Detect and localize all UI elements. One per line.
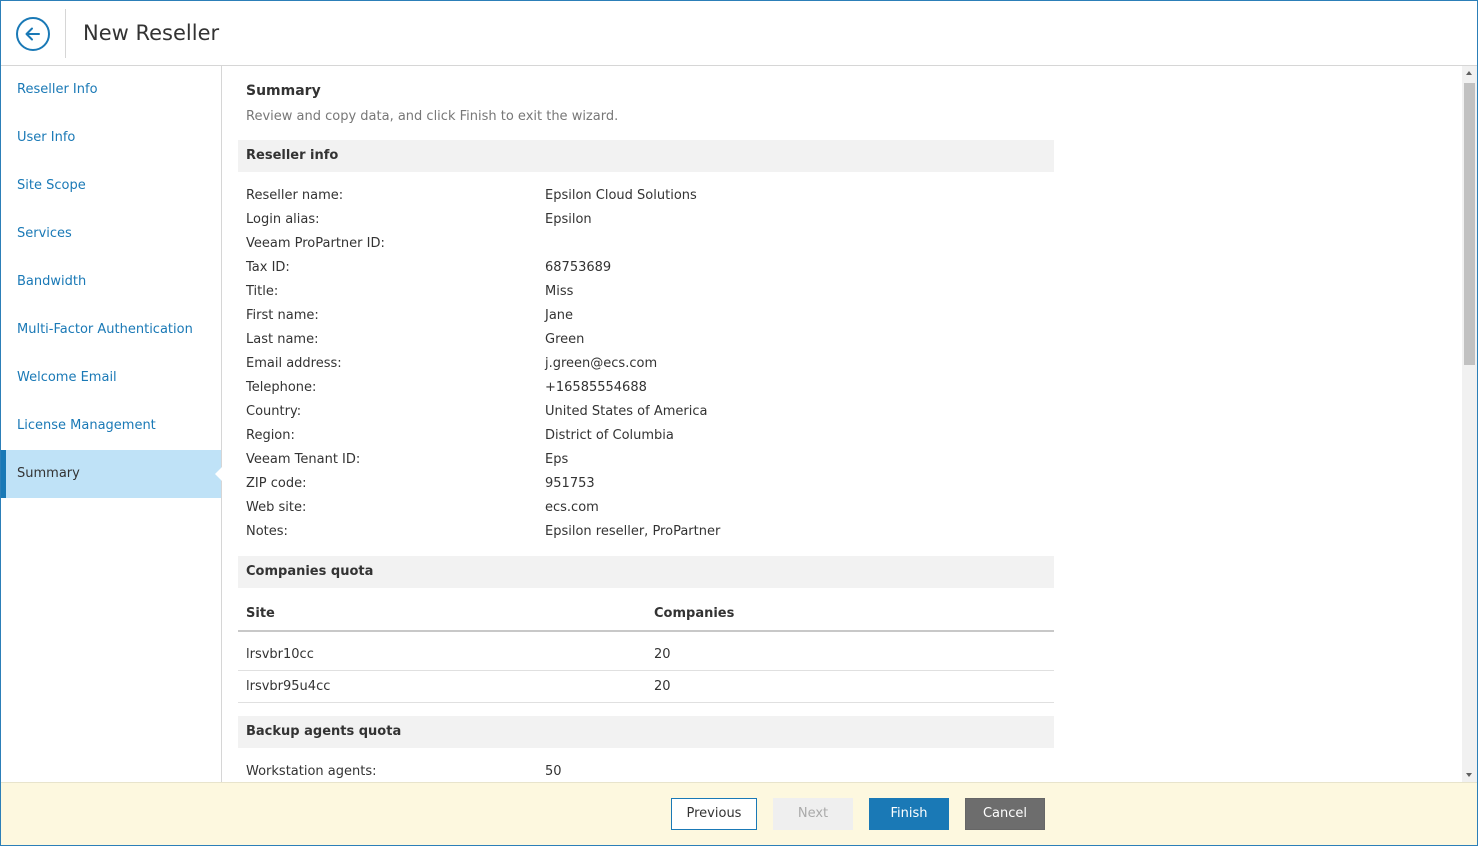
- field-value: Jane: [545, 308, 574, 323]
- sidebar-item-site-scope[interactable]: Site Scope: [1, 162, 221, 210]
- summary-row: Web site: ecs.com: [246, 496, 1046, 520]
- field-label: Telephone:: [246, 380, 317, 395]
- wizard-steps-sidebar: Reseller Info User Info Site Scope Servi…: [1, 66, 222, 782]
- header-divider: [65, 9, 66, 58]
- field-value: 50: [545, 764, 562, 779]
- summary-row: Last name: Green: [246, 328, 1046, 352]
- sidebar-item-reseller-info[interactable]: Reseller Info: [1, 66, 221, 114]
- summary-row: Reseller name: Epsilon Cloud Solutions: [246, 184, 1046, 208]
- sidebar-item-summary[interactable]: Summary: [1, 450, 222, 498]
- finish-button[interactable]: Finish: [869, 798, 949, 830]
- sidebar-item-bandwidth[interactable]: Bandwidth: [1, 258, 221, 306]
- summary-row: Notes: Epsilon reseller, ProPartner: [246, 520, 1046, 544]
- summary-row: Login alias: Epsilon: [246, 208, 1046, 232]
- next-button[interactable]: Next: [773, 798, 853, 830]
- table-cell-site: lrsvbr95u4cc: [246, 679, 331, 694]
- field-label: Veeam ProPartner ID:: [246, 236, 385, 251]
- field-value: Miss: [545, 284, 574, 299]
- field-label: ZIP code:: [246, 476, 307, 491]
- table-cell-companies: 20: [654, 679, 671, 694]
- summary-row: Tax ID: 68753689: [246, 256, 1046, 280]
- field-value: ecs.com: [545, 500, 599, 515]
- page-description: Review and copy data, and click Finish t…: [246, 109, 619, 124]
- summary-row: Title: Miss: [246, 280, 1046, 304]
- summary-row: Telephone: +16585554688: [246, 376, 1046, 400]
- reseller-info-heading: Reseller info: [238, 140, 1054, 172]
- field-label: Login alias:: [246, 212, 320, 227]
- sidebar-item-license-management[interactable]: License Management: [1, 402, 221, 450]
- field-label: Veeam Tenant ID:: [246, 452, 361, 467]
- field-value: Epsilon Cloud Solutions: [545, 188, 697, 203]
- summary-row: Veeam ProPartner ID:: [246, 232, 1046, 256]
- field-label: Notes:: [246, 524, 288, 539]
- field-value: District of Columbia: [545, 428, 674, 443]
- field-value: Eps: [545, 452, 569, 467]
- table-cell-site: lrsvbr10cc: [246, 647, 314, 662]
- scroll-up-arrow-icon[interactable]: [1462, 66, 1477, 81]
- summary-row: Country: United States of America: [246, 400, 1046, 424]
- scrollbar-thumb[interactable]: [1464, 83, 1475, 365]
- wizard-footer: Previous Next Finish Cancel: [1, 782, 1477, 845]
- sidebar-item-multi-factor-authentication[interactable]: Multi-Factor Authentication: [1, 306, 221, 354]
- field-label: Email address:: [246, 356, 342, 371]
- field-label: Title:: [246, 284, 279, 299]
- back-button[interactable]: [16, 17, 50, 51]
- table-row: lrsvbr95u4cc 20: [238, 671, 1054, 703]
- page-header-title: New Reseller: [83, 21, 220, 45]
- field-value: Epsilon reseller, ProPartner: [545, 524, 721, 539]
- summary-row: ZIP code: 951753: [246, 472, 1046, 496]
- scroll-down-arrow-icon[interactable]: [1462, 767, 1477, 782]
- vertical-scrollbar[interactable]: [1462, 66, 1477, 782]
- field-value: 951753: [545, 476, 595, 491]
- field-value: 68753689: [545, 260, 612, 275]
- sidebar-item-services[interactable]: Services: [1, 210, 221, 258]
- summary-row: First name: Jane: [246, 304, 1046, 328]
- field-label: Reseller name:: [246, 188, 344, 203]
- summary-row: Veeam Tenant ID: Eps: [246, 448, 1046, 472]
- field-label: Region:: [246, 428, 295, 443]
- table-row: lrsvbr10cc 20: [238, 639, 1054, 671]
- arrow-left-icon: [25, 27, 40, 41]
- field-value: Green: [545, 332, 585, 347]
- page-title: Summary: [246, 83, 321, 99]
- field-value: j.green@ecs.com: [545, 356, 658, 371]
- field-value: United States of America: [545, 404, 708, 419]
- field-label: Country:: [246, 404, 302, 419]
- table-cell-companies: 20: [654, 647, 671, 662]
- sidebar-item-welcome-email[interactable]: Welcome Email: [1, 354, 221, 402]
- field-label: First name:: [246, 308, 319, 323]
- sidebar-item-user-info[interactable]: User Info: [1, 114, 221, 162]
- summary-row: Region: District of Columbia: [246, 424, 1046, 448]
- field-label: Last name:: [246, 332, 319, 347]
- companies-table-header: Site Companies: [238, 596, 1054, 632]
- summary-row: Workstation agents: 50: [246, 760, 1046, 782]
- field-label: Tax ID:: [246, 260, 290, 275]
- field-label: Web site:: [246, 500, 307, 515]
- previous-button[interactable]: Previous: [671, 798, 757, 830]
- field-value: Epsilon: [545, 212, 592, 227]
- summary-content: Summary Review and copy data, and click …: [222, 66, 1462, 782]
- wizard-window: New Reseller Reseller Info User Info Sit…: [0, 0, 1478, 846]
- summary-row: Email address: j.green@ecs.com: [246, 352, 1046, 376]
- field-label: Workstation agents:: [246, 764, 377, 779]
- header: New Reseller: [1, 1, 1477, 66]
- column-header-companies[interactable]: Companies: [654, 606, 734, 621]
- cancel-button[interactable]: Cancel: [965, 798, 1045, 830]
- field-value: +16585554688: [545, 380, 647, 395]
- companies-quota-heading: Companies quota: [238, 556, 1054, 588]
- backup-agents-quota-heading: Backup agents quota: [238, 716, 1054, 748]
- column-header-site[interactable]: Site: [246, 606, 275, 621]
